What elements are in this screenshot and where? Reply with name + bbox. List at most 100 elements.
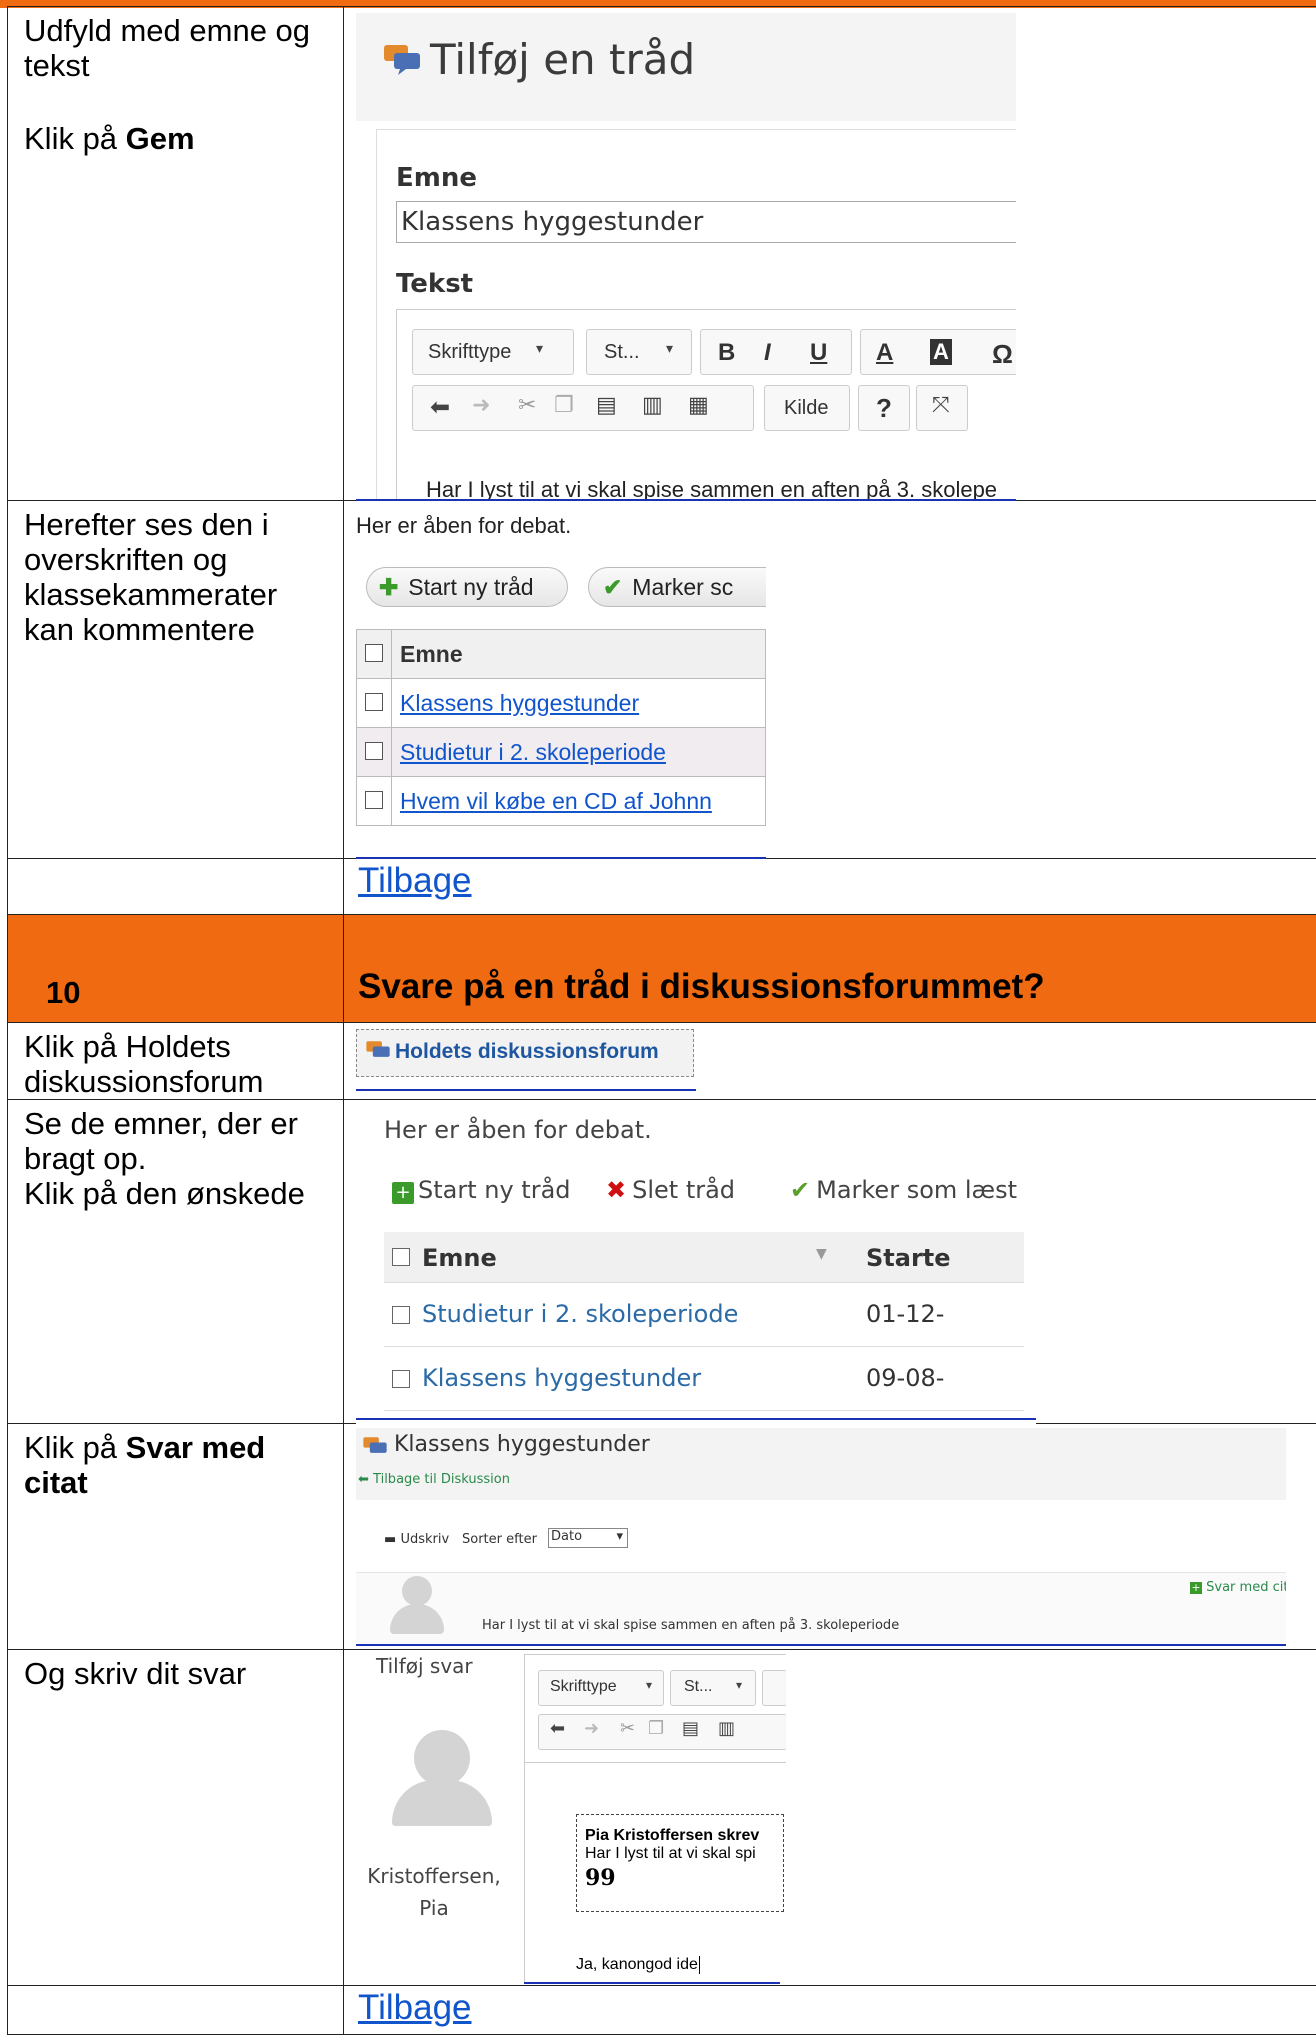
sort-select[interactable]: Dato ▾ — [548, 1528, 628, 1548]
print-label: Udskriv — [400, 1532, 450, 1547]
instruction-text: Og skriv dit svar — [24, 1656, 247, 1691]
sort-arrow-icon[interactable]: ▼ — [816, 1246, 827, 1262]
back-link-cell: Tilbage — [343, 858, 1316, 915]
screenshot-cell: Her er åben for debat. + Start ny tråd ✖ S… — [343, 1099, 1316, 1424]
post-area — [356, 1572, 1286, 1646]
paste-text-icon[interactable]: ▥ — [642, 393, 663, 418]
bg-color-button[interactable]: A — [930, 339, 952, 365]
cut-icon[interactable]: ✂ — [518, 393, 536, 418]
chevron-down-icon: ▾ — [536, 341, 544, 357]
thread-list-screenshot: Her er åben for debat. ✚ Start ny tråd ✔ M… — [356, 507, 766, 857]
subject-input[interactable]: Klassens hyggestunder — [396, 201, 1016, 243]
toolbar-divider — [524, 1762, 786, 1763]
table-row: Hvem vil købe en CD af Johnn — [356, 776, 766, 826]
select-all-checkbox[interactable] — [392, 1248, 410, 1266]
redo-icon[interactable]: ➜ — [472, 393, 490, 418]
row-checkbox[interactable] — [356, 678, 392, 728]
screenshot-cell: Her er åben for debat. ✚ Start ny tråd ✔ M… — [343, 500, 1316, 859]
cut-icon[interactable]: ✂ — [620, 1718, 635, 1739]
quote-text: Har I lyst til at vi skal spi — [585, 1845, 756, 1862]
instruction-text-click: Klik på den ønskede — [24, 1176, 305, 1211]
thread-link-cell: Klassens hyggestunder — [391, 678, 766, 728]
instruction-text: Klik på Holdets diskussionsforum — [24, 1029, 264, 1099]
special-char-button[interactable]: Ω — [992, 339, 1013, 370]
chevron-down-icon: ▾ — [736, 1678, 743, 1692]
copy-icon[interactable]: ❐ — [648, 1718, 664, 1739]
section-number: 10 — [7, 914, 344, 1023]
row-checkbox[interactable] — [392, 1370, 410, 1388]
table-row[interactable]: Studietur i 2. skoleperiode 01-12- — [384, 1284, 1024, 1347]
delete-thread-action[interactable]: ✖ Slet tråd — [606, 1176, 735, 1204]
column-header-subject[interactable]: Emne — [422, 1244, 497, 1272]
paste-icon[interactable]: ▤ — [596, 393, 617, 418]
underline-decoration — [524, 1982, 780, 1984]
back-link-row: Tilbage — [7, 1985, 1316, 2035]
paste-word-icon[interactable]: ▦ — [688, 393, 709, 418]
post-text: Har I lyst til at vi skal spise sammen e… — [482, 1618, 900, 1633]
mark-read-label: Marker som læst — [816, 1176, 1018, 1204]
start-thread-button[interactable]: ✚ Start ny tråd — [366, 567, 568, 607]
screenshot-cell: Tilføj en tråd Emne Klassens hyggestunde… — [343, 6, 1316, 501]
thread-date: 01-12- — [866, 1300, 945, 1328]
paste-icon[interactable]: ▤ — [682, 1718, 699, 1739]
italic-button[interactable]: I — [764, 339, 771, 367]
forum-icon — [366, 1041, 390, 1057]
back-to-discussion-link[interactable]: ⬅ Tilbage til Diskussion — [358, 1472, 510, 1487]
table-row: Klassens hyggestunder — [356, 678, 766, 728]
instruction-table: Udfyld med emne og tekst Klik på Gem Til… — [7, 6, 1316, 2035]
thread-link[interactable]: Klassens hyggestunder — [400, 690, 639, 716]
thread-link[interactable]: Hvem vil købe en CD af Johnn — [400, 788, 712, 814]
back-to-discussion-label: Tilbage til Diskussion — [373, 1472, 510, 1487]
instruction-text: Klik på Svar med citat — [24, 1430, 333, 1500]
thread-date: 09-08- — [866, 1364, 945, 1392]
underline-decoration — [356, 1644, 1286, 1646]
instruction-cell: Og skriv dit svar — [7, 1649, 344, 1986]
step-row-choose-thread: Se de emner, der er bragt op. Klik på de… — [7, 1099, 1316, 1424]
text-color-button[interactable]: A — [876, 339, 893, 367]
chevron-down-icon: ▾ — [616, 1529, 623, 1544]
instruction-text-save: Klik på Gem — [24, 121, 333, 156]
instruction-cell: Klik på Svar med citat — [7, 1423, 344, 1650]
thread-link[interactable]: Studietur i 2. skoleperiode — [422, 1300, 738, 1328]
row-checkbox[interactable] — [392, 1306, 410, 1324]
bold-button[interactable]: B — [718, 339, 735, 367]
redo-icon[interactable]: ➜ — [584, 1718, 599, 1739]
quote-mark: 99 — [585, 1865, 616, 1891]
undo-icon[interactable]: ⬅ — [550, 1718, 565, 1739]
check-icon: ✔ — [603, 574, 623, 600]
avatar-icon — [414, 1730, 470, 1786]
avatar-body — [392, 1780, 492, 1826]
underline-button[interactable]: U — [810, 339, 827, 367]
undo-icon[interactable]: ⬅ — [430, 393, 450, 421]
row-checkbox[interactable] — [356, 727, 392, 777]
instruction-text: Udfyld med emne og tekst — [24, 13, 311, 83]
section-title: Svare på en tråd i diskussionsforummet? — [343, 914, 1316, 1023]
column-header-subject[interactable]: Emne — [391, 629, 766, 679]
quote-block: Pia Kristoffersen skrev Har I lyst til a… — [576, 1814, 784, 1912]
start-thread-label: Start ny tråd — [418, 1176, 571, 1204]
back-link[interactable]: Tilbage — [358, 1988, 472, 2028]
instruction-cell: Se de emner, der er bragt op. Klik på de… — [7, 1099, 344, 1424]
mark-read-button[interactable]: ✔ Marker sc — [588, 567, 766, 607]
print-button[interactable]: ▬ Udskriv — [384, 1532, 449, 1547]
column-header-started[interactable]: Starte — [866, 1244, 951, 1272]
screenshot-cell: Holdets diskussionsforum — [343, 1022, 1316, 1100]
plus-icon: + — [392, 1182, 414, 1204]
row-checkbox[interactable] — [356, 776, 392, 826]
font-dropdown-label: Skrifttype — [428, 341, 512, 363]
thread-link[interactable]: Klassens hyggestunder — [422, 1364, 701, 1392]
table-row: Studietur i 2. skoleperiode — [356, 727, 766, 777]
paste-text-icon[interactable]: ▥ — [718, 1718, 735, 1739]
forum-button-label[interactable]: Holdets diskussionsforum — [395, 1040, 659, 1064]
underline-decoration — [356, 1089, 696, 1091]
user-last-name: Kristoffersen, — [367, 1864, 501, 1888]
select-all-checkbox[interactable] — [356, 629, 392, 679]
table-row[interactable]: Klassens hyggestunder 09-08- — [384, 1348, 1024, 1411]
start-thread-action[interactable]: + Start ny tråd — [392, 1176, 571, 1204]
back-link[interactable]: Tilbage — [358, 861, 472, 901]
reply-quote-button[interactable]: + Svar med citat — [1190, 1580, 1286, 1595]
mark-read-action[interactable]: ✔ Marker som læst — [790, 1176, 1017, 1204]
size-dropdown[interactable] — [670, 1670, 756, 1706]
thread-link[interactable]: Studietur i 2. skoleperiode — [400, 739, 666, 765]
copy-icon[interactable]: ❐ — [554, 393, 574, 418]
